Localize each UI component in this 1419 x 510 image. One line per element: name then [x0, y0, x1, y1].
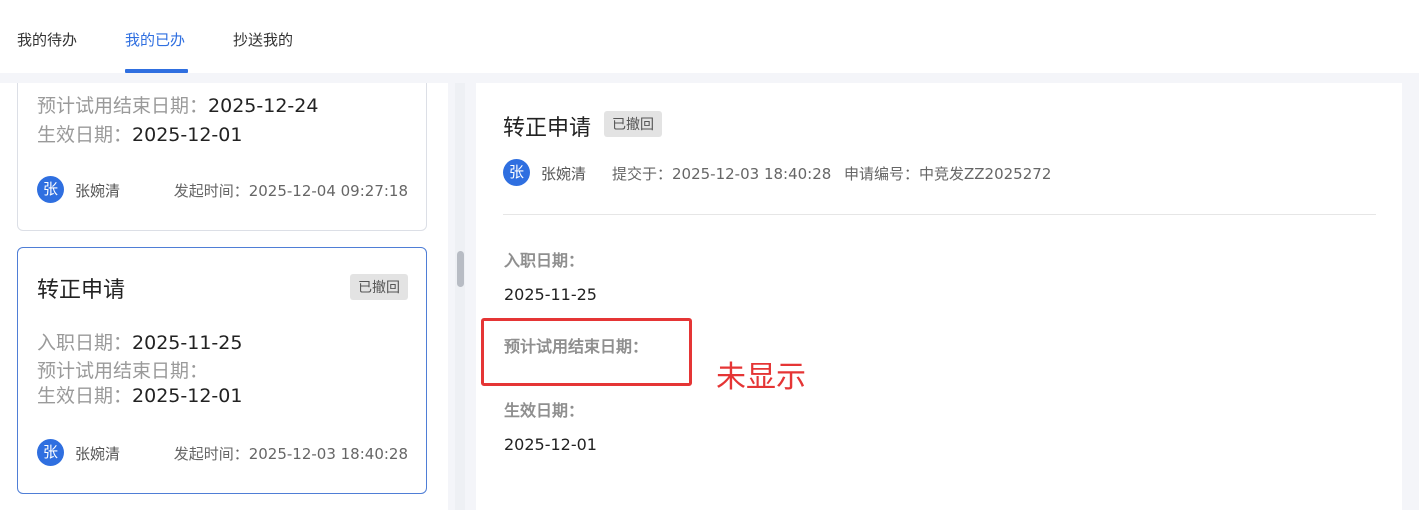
status-badge: 已撤回 [350, 274, 408, 300]
card-field-row: 预计试用结束日期：2025-12-24 [37, 95, 319, 117]
tab-cc[interactable]: 抄送我的 [233, 29, 293, 50]
submitted-time: 提交于：2025-12-03 18:40:28 [612, 165, 832, 183]
avatar: 张 [37, 439, 64, 466]
application-list: 预计试用结束日期：2025-12-24 生效日期：2025-12-01 张 张婉… [0, 83, 448, 510]
avatar: 张 [503, 159, 530, 186]
detail-panel: 转正申请 已撤回 张 张婉清 提交于：2025-12-03 18:40:28 申… [476, 83, 1402, 510]
detail-title: 转正申请 [503, 116, 592, 141]
card-field-row: 入职日期：2025-11-25 [37, 332, 243, 354]
avatar: 张 [37, 176, 64, 203]
card-field-row: 预计试用结束日期： [37, 360, 209, 382]
field-label-hire-date: 入职日期： [504, 251, 585, 270]
application-card-selected[interactable]: 转正申请 已撤回 入职日期：2025-11-25 预计试用结束日期： 生效日期：… [17, 247, 427, 494]
applicant-name: 张婉清 [75, 182, 121, 200]
applicant-name: 张婉清 [541, 165, 587, 183]
tab-pending[interactable]: 我的待办 [17, 29, 77, 50]
application-number: 申请编号：中竞发ZZ2025272 [844, 165, 1052, 183]
card-field-row: 生效日期：2025-12-01 [37, 124, 243, 146]
card-title: 转正申请 [37, 278, 126, 303]
applicant-name: 张婉清 [75, 445, 121, 463]
tab-done[interactable]: 我的已办 [125, 29, 185, 50]
status-badge: 已撤回 [604, 111, 662, 137]
initiated-time: 发起时间：2025-12-03 18:40:28 [173, 445, 408, 463]
divider [503, 214, 1376, 215]
top-tab-bar: 我的待办 我的已办 抄送我的 [0, 0, 1419, 73]
annotation-text: 未显示 [716, 360, 806, 395]
initiated-time: 发起时间：2025-12-04 09:27:18 [173, 182, 408, 200]
list-scrollbar[interactable] [455, 83, 465, 510]
active-tab-indicator [125, 69, 188, 73]
field-value-effective-date: 2025-12-01 [504, 435, 597, 454]
annotation-highlight-box [481, 318, 692, 386]
application-card[interactable]: 预计试用结束日期：2025-12-24 生效日期：2025-12-01 张 张婉… [17, 83, 427, 231]
card-field-row: 生效日期：2025-12-01 [37, 385, 243, 407]
field-value-hire-date: 2025-11-25 [504, 285, 597, 304]
field-label-effective-date: 生效日期： [504, 401, 585, 420]
scrollbar-thumb[interactable] [457, 251, 464, 287]
